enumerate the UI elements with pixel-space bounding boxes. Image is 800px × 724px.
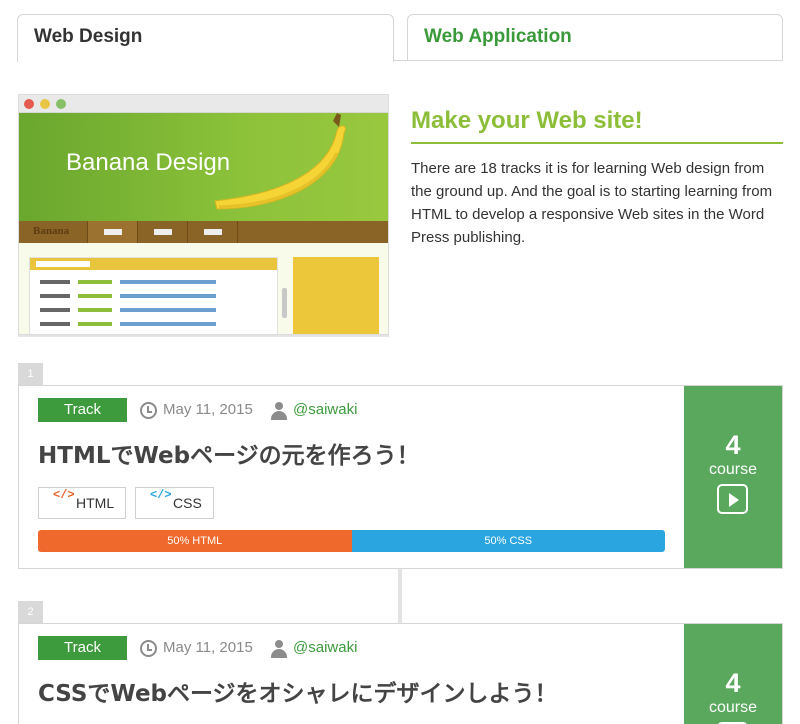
banana-icon: [214, 113, 346, 210]
close-dot-icon: [24, 99, 34, 109]
author-link[interactable]: @saiwaki: [293, 639, 357, 656]
maximize-dot-icon: [56, 99, 66, 109]
track-title[interactable]: CSSでWebページをオシャレにデザインしよう！: [38, 674, 558, 708]
mockup-nav-tab: [87, 221, 137, 243]
mockup-navbar: Banana: [19, 221, 388, 243]
intro-heading: Make your Web site!: [411, 107, 643, 134]
user-icon: [270, 402, 288, 420]
mockup-panel: [29, 257, 287, 334]
track-number: 2: [18, 601, 43, 623]
track-badge: Track: [38, 398, 127, 422]
progress-segment-css: 50% CSS: [351, 530, 665, 552]
minimize-dot-icon: [40, 99, 50, 109]
tag-label: HTML: [76, 495, 115, 511]
tag-css[interactable]: </> CSS: [135, 487, 214, 519]
course-count: 4: [725, 430, 741, 460]
mockup-nav-tab: [187, 221, 237, 243]
clock-icon: [140, 640, 157, 657]
progress-segment-html: 50% HTML: [38, 530, 352, 552]
track-card[interactable]: Track May 11, 2015 @saiwaki HTMLでWebページの…: [18, 385, 783, 569]
intro-description: There are 18 tracks it is for learning W…: [411, 160, 773, 246]
browser-titlebar: [19, 95, 388, 113]
track-badge: Track: [38, 636, 127, 660]
tab-label: Web Application: [424, 26, 572, 47]
tab-label: Web Design: [34, 26, 143, 47]
mockup-hero: Banana Design: [19, 113, 388, 221]
progress-bar: 50% HTML 50% CSS: [38, 530, 665, 552]
track-date: May 11, 2015: [163, 401, 253, 418]
play-icon[interactable]: [717, 484, 748, 514]
website-mockup-illustration: Banana Design Banana: [18, 94, 389, 335]
tab-divider: [394, 60, 783, 61]
tag-label: CSS: [173, 495, 202, 511]
tab-web-design[interactable]: Web Design: [17, 14, 394, 62]
course-count-panel[interactable]: 4 course: [684, 624, 782, 724]
user-icon: [270, 640, 288, 658]
intro-divider: [411, 142, 783, 144]
track-card[interactable]: Track May 11, 2015 @saiwaki CSSでWebページをオ…: [18, 623, 783, 724]
mockup-nav-tab: [137, 221, 187, 243]
mockup-nav-tab: [237, 221, 287, 243]
mockup-sidebar: [293, 257, 379, 334]
course-label: course: [708, 699, 758, 716]
tab-web-application[interactable]: Web Application: [407, 14, 783, 61]
code-icon: </>: [53, 488, 75, 502]
tag-html[interactable]: </> HTML: [38, 487, 126, 519]
course-label: course: [708, 461, 758, 478]
mockup-brand: Banana: [33, 225, 70, 237]
track-number: 1: [18, 363, 43, 385]
track-connector: [398, 569, 402, 623]
mockup-content: [19, 243, 388, 334]
track-title[interactable]: HTMLでWebページの元を作ろう！: [38, 436, 420, 470]
author-link[interactable]: @saiwaki: [293, 401, 357, 418]
course-count-panel[interactable]: 4 course: [684, 386, 782, 568]
track-date: May 11, 2015: [163, 639, 253, 656]
code-icon: </>: [150, 488, 172, 502]
clock-icon: [140, 402, 157, 419]
course-count: 4: [725, 668, 741, 698]
